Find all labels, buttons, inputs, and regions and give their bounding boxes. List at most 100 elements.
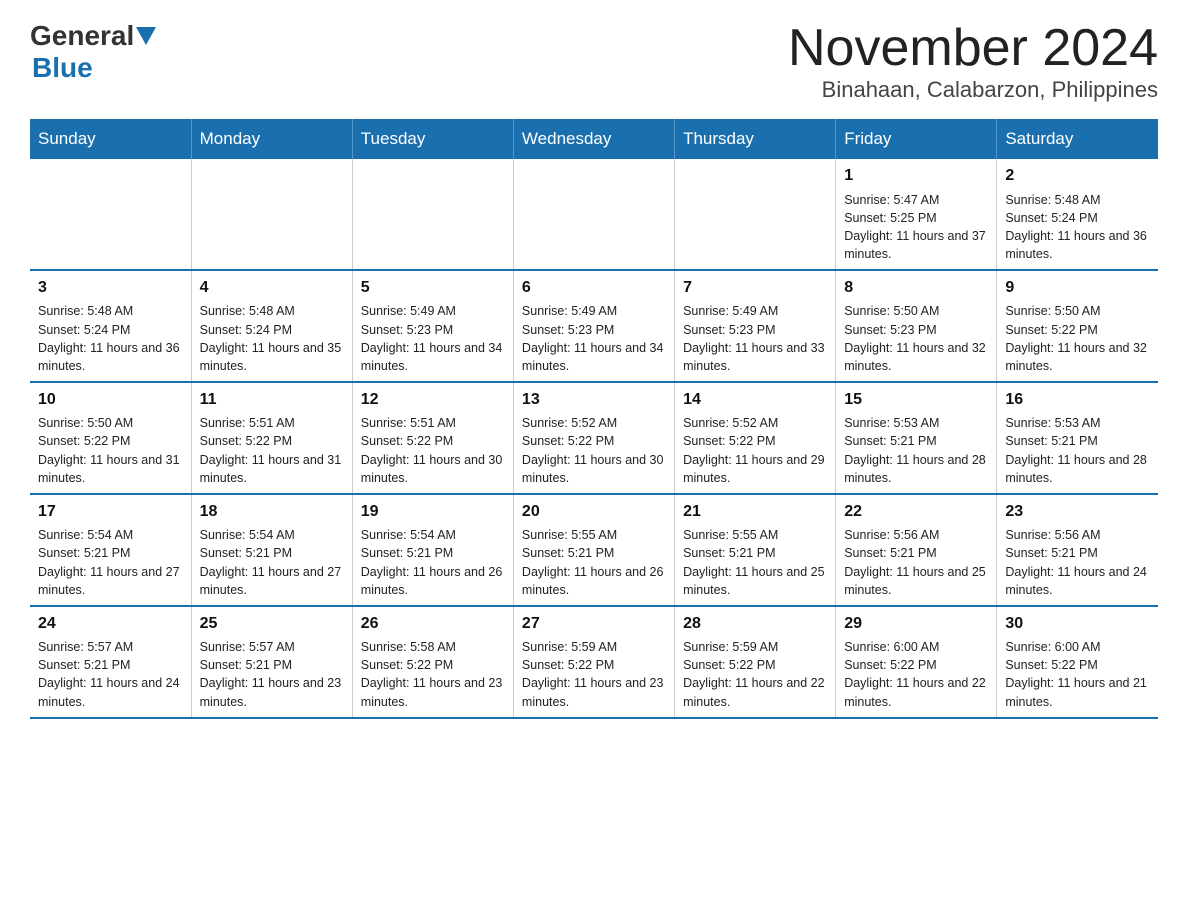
calendar-cell: 28 Sunrise: 5:59 AMSunset: 5:22 PMDayligh…	[675, 606, 836, 718]
calendar-cell: 6 Sunrise: 5:49 AMSunset: 5:23 PMDaylight…	[513, 270, 674, 382]
day-number: 17	[38, 501, 183, 523]
calendar-cell: 20 Sunrise: 5:55 AMSunset: 5:21 PMDayligh…	[513, 494, 674, 606]
day-info: Sunrise: 5:48 AMSunset: 5:24 PMDaylight:…	[1005, 191, 1150, 264]
day-number: 3	[38, 277, 183, 299]
day-info: Sunrise: 5:51 AMSunset: 5:22 PMDaylight:…	[361, 414, 505, 487]
day-number: 10	[38, 389, 183, 411]
calendar-cell	[513, 159, 674, 270]
day-number: 4	[200, 277, 344, 299]
page-subtitle: Binahaan, Calabarzon, Philippines	[788, 77, 1158, 103]
calendar-cell: 16 Sunrise: 5:53 AMSunset: 5:21 PMDayligh…	[997, 382, 1158, 494]
day-number: 6	[522, 277, 666, 299]
calendar-cell: 5 Sunrise: 5:49 AMSunset: 5:23 PMDaylight…	[352, 270, 513, 382]
calendar-cell: 1Sunrise: 5:47 AMSunset: 5:25 PMDaylight…	[836, 159, 997, 270]
day-number: 15	[844, 389, 988, 411]
calendar-cell: 14Sunrise: 5:52 AMSunset: 5:22 PMDayligh…	[675, 382, 836, 494]
day-info: Sunrise: 5:58 AMSunset: 5:22 PMDaylight:…	[361, 638, 505, 711]
logo-line2: Blue	[32, 52, 93, 84]
calendar-cell: 19 Sunrise: 5:54 AMSunset: 5:21 PMDayligh…	[352, 494, 513, 606]
calendar-cell: 26 Sunrise: 5:58 AMSunset: 5:22 PMDayligh…	[352, 606, 513, 718]
calendar-cell	[191, 159, 352, 270]
day-info: Sunrise: 5:56 AMSunset: 5:21 PMDaylight:…	[1005, 526, 1150, 599]
weekday-header-wednesday: Wednesday	[513, 119, 674, 159]
calendar-table: SundayMondayTuesdayWednesdayThursdayFrid…	[30, 119, 1158, 718]
day-number: 19	[361, 501, 505, 523]
day-info: Sunrise: 5:54 AMSunset: 5:21 PMDaylight:…	[200, 526, 344, 599]
day-number: 23	[1005, 501, 1150, 523]
logo: General Blue	[30, 20, 158, 84]
weekday-header-sunday: Sunday	[30, 119, 191, 159]
day-number: 29	[844, 613, 988, 635]
page-header: General Blue November 2024 Binahaan, Cal…	[30, 20, 1158, 103]
day-info: Sunrise: 5:50 AMSunset: 5:22 PMDaylight:…	[1005, 302, 1150, 375]
day-info: Sunrise: 5:55 AMSunset: 5:21 PMDaylight:…	[522, 526, 666, 599]
day-info: Sunrise: 5:50 AMSunset: 5:22 PMDaylight:…	[38, 414, 183, 487]
calendar-cell: 30Sunrise: 6:00 AMSunset: 5:22 PMDayligh…	[997, 606, 1158, 718]
day-info: Sunrise: 5:49 AMSunset: 5:23 PMDaylight:…	[522, 302, 666, 375]
calendar-week-3: 10 Sunrise: 5:50 AMSunset: 5:22 PMDayligh…	[30, 382, 1158, 494]
calendar-cell	[352, 159, 513, 270]
day-info: Sunrise: 5:59 AMSunset: 5:22 PMDaylight:…	[683, 638, 827, 711]
calendar-cell: 27 Sunrise: 5:59 AMSunset: 5:22 PMDayligh…	[513, 606, 674, 718]
day-number: 28	[683, 613, 827, 635]
weekday-header-tuesday: Tuesday	[352, 119, 513, 159]
page-title: November 2024	[788, 20, 1158, 77]
weekday-header-friday: Friday	[836, 119, 997, 159]
calendar-cell: 22Sunrise: 5:56 AMSunset: 5:21 PMDayligh…	[836, 494, 997, 606]
logo-triangle-icon	[136, 27, 156, 45]
day-number: 25	[200, 613, 344, 635]
day-number: 1	[844, 165, 988, 187]
day-info: Sunrise: 5:54 AMSunset: 5:21 PMDaylight:…	[361, 526, 505, 599]
calendar-week-5: 24Sunrise: 5:57 AMSunset: 5:21 PMDayligh…	[30, 606, 1158, 718]
weekday-header-saturday: Saturday	[997, 119, 1158, 159]
calendar-cell: 21Sunrise: 5:55 AMSunset: 5:21 PMDayligh…	[675, 494, 836, 606]
day-number: 14	[683, 389, 827, 411]
day-number: 8	[844, 277, 988, 299]
day-number: 5	[361, 277, 505, 299]
calendar-cell: 29 Sunrise: 6:00 AMSunset: 5:22 PMDayligh…	[836, 606, 997, 718]
calendar-body: 1Sunrise: 5:47 AMSunset: 5:25 PMDaylight…	[30, 159, 1158, 717]
day-info: Sunrise: 5:53 AMSunset: 5:21 PMDaylight:…	[844, 414, 988, 487]
day-info: Sunrise: 5:57 AMSunset: 5:21 PMDaylight:…	[200, 638, 344, 711]
calendar-header: SundayMondayTuesdayWednesdayThursdayFrid…	[30, 119, 1158, 159]
calendar-cell: 12Sunrise: 5:51 AMSunset: 5:22 PMDayligh…	[352, 382, 513, 494]
calendar-cell: 3 Sunrise: 5:48 AMSunset: 5:24 PMDaylight…	[30, 270, 191, 382]
calendar-cell: 23 Sunrise: 5:56 AMSunset: 5:21 PMDayligh…	[997, 494, 1158, 606]
calendar-cell: 10 Sunrise: 5:50 AMSunset: 5:22 PMDayligh…	[30, 382, 191, 494]
day-info: Sunrise: 5:55 AMSunset: 5:21 PMDaylight:…	[683, 526, 827, 599]
calendar-cell: 15 Sunrise: 5:53 AMSunset: 5:21 PMDayligh…	[836, 382, 997, 494]
calendar-cell: 17 Sunrise: 5:54 AMSunset: 5:21 PMDayligh…	[30, 494, 191, 606]
day-number: 27	[522, 613, 666, 635]
calendar-cell: 13Sunrise: 5:52 AMSunset: 5:22 PMDayligh…	[513, 382, 674, 494]
calendar-cell	[30, 159, 191, 270]
day-number: 2	[1005, 165, 1150, 187]
calendar-week-4: 17 Sunrise: 5:54 AMSunset: 5:21 PMDayligh…	[30, 494, 1158, 606]
day-number: 26	[361, 613, 505, 635]
day-info: Sunrise: 5:48 AMSunset: 5:24 PMDaylight:…	[38, 302, 183, 375]
calendar-week-2: 3 Sunrise: 5:48 AMSunset: 5:24 PMDaylight…	[30, 270, 1158, 382]
day-number: 22	[844, 501, 988, 523]
calendar-cell: 11 Sunrise: 5:51 AMSunset: 5:22 PMDayligh…	[191, 382, 352, 494]
logo-general-word: General	[30, 20, 134, 52]
day-info: Sunrise: 5:54 AMSunset: 5:21 PMDaylight:…	[38, 526, 183, 599]
day-info: Sunrise: 5:49 AMSunset: 5:23 PMDaylight:…	[683, 302, 827, 375]
day-number: 7	[683, 277, 827, 299]
calendar-week-1: 1Sunrise: 5:47 AMSunset: 5:25 PMDaylight…	[30, 159, 1158, 270]
calendar-cell: 7 Sunrise: 5:49 AMSunset: 5:23 PMDaylight…	[675, 270, 836, 382]
day-number: 11	[200, 389, 344, 411]
day-number: 13	[522, 389, 666, 411]
calendar-cell: 25 Sunrise: 5:57 AMSunset: 5:21 PMDayligh…	[191, 606, 352, 718]
day-info: Sunrise: 5:51 AMSunset: 5:22 PMDaylight:…	[200, 414, 344, 487]
calendar-cell: 4 Sunrise: 5:48 AMSunset: 5:24 PMDaylight…	[191, 270, 352, 382]
day-number: 20	[522, 501, 666, 523]
day-info: Sunrise: 5:49 AMSunset: 5:23 PMDaylight:…	[361, 302, 505, 375]
weekday-header-row: SundayMondayTuesdayWednesdayThursdayFrid…	[30, 119, 1158, 159]
day-info: Sunrise: 5:48 AMSunset: 5:24 PMDaylight:…	[200, 302, 344, 375]
day-info: Sunrise: 5:53 AMSunset: 5:21 PMDaylight:…	[1005, 414, 1150, 487]
day-info: Sunrise: 5:59 AMSunset: 5:22 PMDaylight:…	[522, 638, 666, 711]
day-info: Sunrise: 6:00 AMSunset: 5:22 PMDaylight:…	[844, 638, 988, 711]
calendar-cell: 9Sunrise: 5:50 AMSunset: 5:22 PMDaylight…	[997, 270, 1158, 382]
day-info: Sunrise: 6:00 AMSunset: 5:22 PMDaylight:…	[1005, 638, 1150, 711]
calendar-cell: 8Sunrise: 5:50 AMSunset: 5:23 PMDaylight…	[836, 270, 997, 382]
day-number: 16	[1005, 389, 1150, 411]
